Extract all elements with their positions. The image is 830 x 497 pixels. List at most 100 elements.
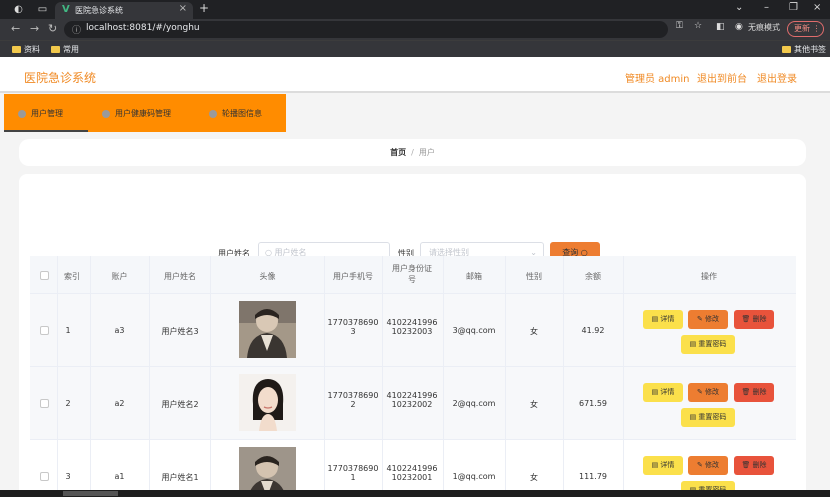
- bookmarks-bar: 资料 常用 其他书签: [0, 40, 830, 57]
- divider: [382, 256, 383, 497]
- delete-button[interactable]: 🗑 删除: [734, 383, 774, 402]
- nav-item-health-code[interactable]: 用户健康码管理: [102, 108, 171, 119]
- tab-close-icon[interactable]: ×: [179, 3, 187, 14]
- row-balance: 671.59: [579, 399, 607, 408]
- edit-button[interactable]: ✎ 修改: [688, 310, 728, 329]
- edit-button[interactable]: ✎ 修改: [688, 383, 728, 402]
- breadcrumb-home[interactable]: 首页: [390, 148, 406, 157]
- detail-button[interactable]: ▤ 详情: [643, 456, 683, 475]
- browser-menu-icon[interactable]: ◐: [12, 3, 25, 16]
- back-icon[interactable]: ←: [11, 22, 20, 35]
- col-actions: 操作: [701, 272, 717, 281]
- menu-dot-icon: [18, 109, 26, 118]
- nav-item-carousel[interactable]: 轮播图信息: [209, 108, 262, 119]
- folder-icon: [782, 46, 791, 53]
- vue-favicon-icon: V: [62, 4, 70, 15]
- detail-button[interactable]: ▤ 详情: [643, 310, 683, 329]
- detail-button[interactable]: ▤ 详情: [643, 383, 683, 402]
- logout-link[interactable]: 退出登录: [757, 70, 797, 85]
- row-balance: 111.79: [579, 472, 607, 481]
- scrollbar-thumb[interactable]: [63, 491, 118, 496]
- trash-icon: 🗑: [741, 461, 751, 469]
- divider: [90, 256, 91, 497]
- reload-icon[interactable]: ↻: [48, 22, 57, 35]
- app-header: 医院急诊系统 管理员 admin 退出到前台 退出登录: [0, 57, 830, 93]
- new-tab-icon[interactable]: +: [199, 1, 209, 15]
- col-idcard: 用户身份证号: [392, 264, 432, 284]
- document-icon: ▤: [689, 340, 697, 348]
- document-icon: ▤: [689, 413, 697, 421]
- divider: [443, 256, 444, 497]
- address-bar[interactable]: ⓘ localhost:8081/#/yonghu ⚿ ☆: [64, 21, 702, 38]
- tab-title: 医院急诊系统: [75, 6, 123, 15]
- col-phone: 用户手机号: [333, 272, 373, 281]
- incognito-icon: ◉: [735, 22, 743, 32]
- back-to-frontend-link[interactable]: 退出到前台: [697, 70, 747, 85]
- edit-icon: ✎: [696, 315, 703, 323]
- row-email: 3@qq.com: [452, 326, 496, 335]
- row-account: a3: [114, 326, 125, 335]
- trash-icon: 🗑: [741, 388, 751, 396]
- row-account: a1: [114, 472, 125, 481]
- incognito-label: 无痕模式: [748, 23, 780, 32]
- menu-dot-icon: [102, 109, 110, 118]
- table-row: 2 a2 用户姓名2 1770378690 2 4102241996 1023200…: [30, 367, 796, 440]
- bookmark-star-icon[interactable]: ☆: [694, 21, 702, 31]
- browser-tabbar: ◐ ▭ V 医院急诊系统 × + ⌄ – ❐ ×: [0, 0, 830, 19]
- close-window-icon[interactable]: ×: [813, 2, 821, 13]
- table-row: 1 a3 用户姓名3 1770378690 3 4102241996 1023200…: [30, 294, 796, 367]
- document-icon: ▤: [651, 461, 659, 469]
- row-gender: 女: [530, 327, 538, 336]
- row-checkbox[interactable]: [40, 399, 49, 408]
- select-all-checkbox[interactable]: [40, 271, 49, 280]
- divider: [563, 256, 564, 497]
- menu-dot-icon: [209, 109, 217, 118]
- row-name: 用户姓名2: [161, 400, 199, 409]
- maximize-icon[interactable]: ❐: [789, 2, 798, 13]
- nav-item-users[interactable]: 用户管理: [18, 108, 63, 119]
- content-panel: 用户姓名 ○ 用户姓名 性别 请选择性别 ⌄ 查询 ○ + 新增 🗑 删除 索引…: [19, 174, 806, 497]
- update-button[interactable]: 更新 ⋮: [787, 21, 824, 37]
- edit-button[interactable]: ✎ 修改: [688, 456, 728, 475]
- delete-button[interactable]: 🗑 删除: [734, 456, 774, 475]
- horizontal-scrollbar[interactable]: [0, 490, 830, 497]
- breadcrumb-current: 用户: [418, 148, 435, 157]
- key-icon[interactable]: ⚿: [676, 21, 683, 31]
- tab-search-icon[interactable]: ⌄: [735, 2, 743, 13]
- col-name: 用户姓名: [164, 272, 196, 281]
- col-balance: 余额: [585, 272, 601, 281]
- row-phone: 1770378690 2: [327, 391, 379, 409]
- row-checkbox[interactable]: [40, 326, 49, 335]
- trash-icon: 🗑: [741, 315, 751, 323]
- tab-strip-icon[interactable]: ▭: [36, 3, 49, 16]
- row-index: 3: [65, 472, 71, 481]
- divider: [505, 256, 506, 497]
- forward-icon[interactable]: →: [30, 22, 39, 35]
- browser-tab-active[interactable]: V 医院急诊系统 ×: [55, 2, 193, 19]
- delete-button[interactable]: 🗑 删除: [734, 310, 774, 329]
- row-gender: 女: [530, 473, 538, 482]
- folder-icon: [51, 46, 60, 53]
- avatar: [239, 374, 296, 431]
- admin-label: 管理员 admin: [625, 74, 690, 85]
- avatar: [239, 301, 296, 358]
- nav-active-indicator: [4, 130, 88, 132]
- row-checkbox[interactable]: [40, 472, 49, 481]
- url-text: localhost:8081/#/yonghu: [86, 23, 200, 33]
- breadcrumb: 首页 / 用户: [19, 139, 806, 166]
- col-account: 账户: [111, 272, 128, 281]
- sidepanel-icon[interactable]: ◧: [716, 22, 725, 32]
- bookmark-item[interactable]: 资料: [12, 44, 40, 55]
- other-bookmarks[interactable]: 其他书签: [782, 44, 826, 55]
- edit-icon: ✎: [696, 461, 703, 469]
- reset-password-button[interactable]: ▤ 重置密码: [681, 335, 735, 354]
- minimize-icon[interactable]: –: [764, 2, 769, 13]
- folder-icon: [12, 46, 21, 53]
- site-info-icon[interactable]: ⓘ: [72, 23, 81, 36]
- reset-password-button[interactable]: ▤ 重置密码: [681, 408, 735, 427]
- bookmark-item[interactable]: 常用: [51, 44, 79, 55]
- row-email: 2@qq.com: [452, 399, 496, 408]
- col-avatar: 头像: [259, 272, 276, 281]
- row-index: 1: [65, 326, 71, 335]
- row-balance: 41.92: [581, 326, 605, 335]
